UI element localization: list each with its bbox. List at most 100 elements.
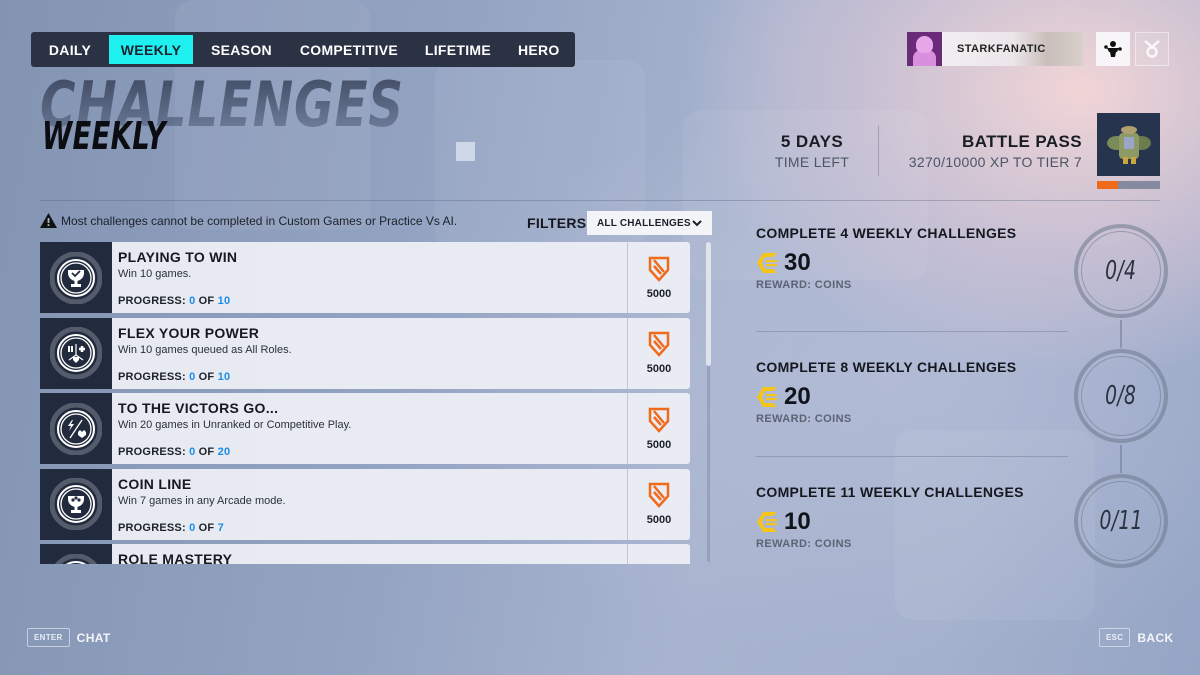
challenge-description: Win 10 games. [118,268,192,280]
time-left-value: 5 DAYS [780,132,844,151]
challenge-icon-panel [40,317,112,389]
milestone-progress-ring: 0/4 [1074,224,1168,318]
battle-pass-progress-fill [1097,181,1118,189]
progress-target: 7 [217,521,224,534]
chevron-down-icon [692,219,702,226]
challenge-card[interactable]: FLEX YOUR POWER Win 10 games queued as A… [40,317,690,389]
time-left-label: TIME LEFT [774,154,850,170]
category-tabs: DAILY WEEKLY SEASON COMPETITIVE LIFETIME… [31,32,575,67]
filter-selected-value: ALL CHALLENGES [597,217,691,229]
hero-skin-icon [1107,126,1151,164]
player-name: STARKFANATIC [957,43,1046,55]
milestone-progress-ring: 0/8 [1074,349,1168,443]
warning-triangle-icon [40,213,57,228]
progress-target: 10 [217,295,231,307]
milestone-reward: COMPLETE 8 WEEKLY CHALLENGES 20 REWARD: … [756,359,1076,425]
social-group-icon [1104,41,1122,57]
progress-current: 0 [189,370,196,383]
rewards-button[interactable] [1135,32,1169,66]
tab-season[interactable]: SEASON [197,35,286,64]
tab-weekly[interactable]: WEEKLY [109,35,193,64]
challenge-reward: 5000 [627,242,690,313]
challenge-progress: PROGRESS: 0 OF 10 [118,295,231,307]
divider [756,331,1068,332]
milestone-title: COMPLETE 8 WEEKLY CHALLENGES [756,359,1017,375]
milestone-count: 0/4 [1105,256,1137,286]
xp-shield-icon [648,407,670,433]
reward-xp-value: 5000 [646,514,672,526]
progress-current: 0 [189,521,196,534]
battle-pass-title: BATTLE PASS [962,132,1082,151]
social-button[interactable] [1096,32,1130,66]
challenge-card[interactable]: TO THE VICTORS GO... Win 20 games in Unr… [40,393,690,464]
chat-hint[interactable]: ENTER CHAT [27,628,111,647]
battle-pass-xp: 3270/10000 XP TO TIER 7 [908,154,1082,170]
tab-daily[interactable]: DAILY [35,35,105,64]
milestone-reward-type: REWARD: COINS [756,538,852,550]
challenge-card[interactable]: ROLE MASTERY [40,544,690,564]
enter-keycap: ENTER [27,628,70,647]
filters-label: FILTERS [527,215,587,231]
milestone-reward: COMPLETE 11 WEEKLY CHALLENGES 10 REWARD:… [756,484,1076,550]
warning-notice: Most challenges cannot be completed in C… [40,213,457,228]
challenge-title: FLEX YOUR POWER [118,324,260,341]
challenge-reward [627,544,690,564]
ring-connector [1120,320,1122,348]
chat-label: CHAT [76,630,111,645]
avatar [907,32,942,66]
challenge-description: Win 10 games queued as All Roles. [118,343,292,356]
player-card[interactable]: STARKFANATIC [907,32,1083,66]
challenge-description: Win 7 games in any Arcade mode. [118,494,286,507]
time-left: 5 DAYS TIME LEFT [760,132,864,170]
progress-current: 0 [189,295,196,307]
rewards-medal-icon [1144,40,1160,58]
reward-xp-value: 5000 [646,438,672,451]
milestone-reward-type: REWARD: COINS [756,279,852,291]
trophy-check-icon [50,251,102,304]
battle-pass-info: BATTLE PASS 3270/10000 XP TO TIER 7 [909,132,1082,170]
progress-target: 20 [217,446,231,458]
back-label: BACK [1137,630,1174,645]
challenge-card[interactable]: PLAYING TO WIN Win 10 games. PROGRESS: 0… [40,242,690,313]
back-hint[interactable]: ESC BACK [1099,628,1174,647]
scrollbar-thumb[interactable] [706,242,711,366]
coin-icon [757,387,777,407]
challenge-card[interactable]: COIN LINE Win 7 games in any Arcade mode… [40,468,690,540]
challenge-title: TO THE VICTORS GO... [118,400,279,416]
challenge-progress: PROGRESS: 0 OF 10 [118,370,231,383]
challenge-icon-panel [40,544,112,564]
xp-shield-icon [648,482,670,508]
battle-pass-progress-bar [1097,181,1160,189]
challenge-title: PLAYING TO WIN [118,249,238,265]
arcade-trophy-icon [50,478,102,530]
milestone-title: COMPLETE 11 WEEKLY CHALLENGES [756,484,1024,500]
challenge-title: COIN LINE [118,475,192,492]
challenge-reward: 5000 [627,468,690,540]
battle-pass-tier-reward[interactable] [1097,113,1160,176]
tab-hero[interactable]: HERO [504,35,574,64]
all-roles-icon [50,327,102,379]
challenge-reward: 5000 [627,317,690,389]
esc-keycap: ESC [1099,628,1131,647]
milestone-reward-type: REWARD: COINS [756,413,852,425]
divider [756,456,1068,457]
divider [878,126,879,176]
tab-competitive[interactable]: COMPETITIVE [286,35,412,64]
filter-dropdown[interactable]: ALL CHALLENGES [587,211,712,235]
reward-xp-value: 5000 [646,363,672,375]
challenge-progress: PROGRESS: 0 OF 20 [118,446,231,458]
milestone-amount: 30 [784,249,811,276]
milestone-amount: 10 [784,508,811,535]
challenge-icon-panel [40,242,112,313]
xp-shield-icon [648,256,670,282]
challenge-description: Win 20 games in Unranked or Competitive … [118,419,352,431]
challenge-icon-panel [40,468,112,540]
tab-lifetime[interactable]: LIFETIME [412,35,504,64]
page-title: WEEKLY [42,114,166,158]
section-divider [40,200,1160,201]
challenge-progress: PROGRESS: 0 OF 7 [118,521,224,534]
milestone-progress-ring: 0/11 [1074,474,1168,568]
xp-shield-icon [648,331,670,357]
progress-target: 10 [217,370,231,383]
milestone-count: 0/8 [1105,381,1137,411]
